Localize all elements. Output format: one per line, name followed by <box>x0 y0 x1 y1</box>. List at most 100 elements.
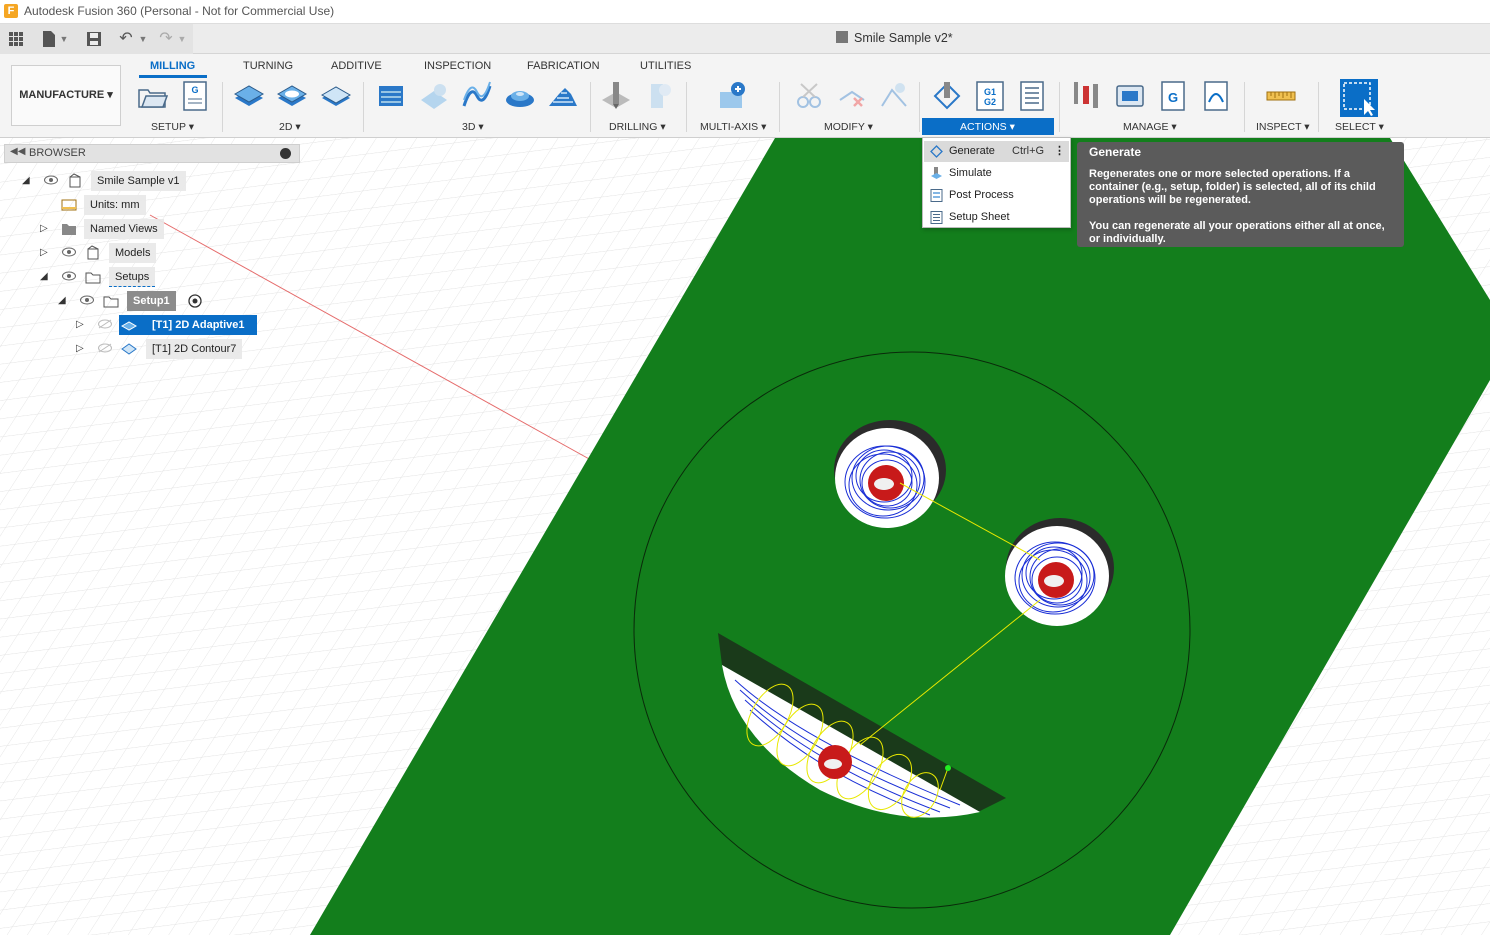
expand-triangle-icon[interactable]: ▷ <box>76 315 84 335</box>
file-menu-icon[interactable] <box>40 30 58 48</box>
menu-item-simulate[interactable]: Simulate <box>924 163 1069 184</box>
title-bar: F Autodesk Fusion 360 (Personal - Not fo… <box>0 0 1490 24</box>
browser-options-icon[interactable] <box>280 148 291 159</box>
2d-contour-icon[interactable] <box>320 80 352 112</box>
workspace-switcher-button[interactable]: MANUFACTURE ▾ <box>11 65 121 126</box>
menu-item-setup-sheet[interactable]: Setup Sheet <box>924 207 1069 228</box>
tree-models[interactable]: ▷ Models <box>0 243 300 263</box>
file-menu-dropdown[interactable]: ▼ <box>59 30 69 48</box>
new-setup-icon[interactable] <box>136 80 168 112</box>
tool-library-icon[interactable] <box>1071 80 1103 112</box>
browser-panel-header[interactable]: ◀◀ BROWSER <box>4 144 300 163</box>
tree-operation-2d-contour[interactable]: ▷ [T1] 2D Contour7 <box>0 339 300 359</box>
group-multi-axis-label[interactable]: MULTI-AXIS ▾ <box>700 121 766 133</box>
multi-axis-icon[interactable] <box>716 80 748 112</box>
models-icon <box>87 245 99 260</box>
expand-triangle-icon[interactable]: ▷ <box>40 243 48 263</box>
tree-named-views[interactable]: ▷ Named Views <box>0 219 300 239</box>
3d-adaptive-icon[interactable] <box>375 80 407 112</box>
tree-label: Units: mm <box>84 195 146 215</box>
tree-root-document[interactable]: ◢ Smile Sample v1 <box>0 171 300 191</box>
generate-toolpath-icon[interactable] <box>931 80 963 112</box>
folder-icon <box>62 224 76 235</box>
simulate-icon <box>931 167 942 179</box>
machine-library-icon[interactable] <box>1114 80 1146 112</box>
menu-item-generate[interactable]: Generate Ctrl+G ⋮ <box>924 141 1069 162</box>
window-title: Autodesk Fusion 360 (Personal - Not for … <box>24 4 335 18</box>
tab-turning[interactable]: TURNING <box>243 60 293 72</box>
tree-setup1[interactable]: ◢ Setup1 <box>0 291 300 311</box>
redo-icon[interactable]: ↷ <box>157 30 175 48</box>
more-options-icon[interactable]: ⋮ <box>1054 141 1065 162</box>
undo-icon[interactable]: ↶ <box>117 30 135 48</box>
document-tab[interactable]: Smile Sample v2* <box>836 31 953 45</box>
tree-units[interactable]: Units: mm <box>0 195 300 215</box>
group-manage-label[interactable]: MANAGE ▾ <box>1123 121 1177 133</box>
tree-label: Setup1 <box>127 291 176 311</box>
undo-dropdown[interactable]: ▼ <box>138 30 148 48</box>
tree-operation-2d-adaptive[interactable]: ▷ [T1] 2D Adaptive1 <box>0 315 300 335</box>
expand-triangle-icon[interactable]: ▷ <box>76 339 84 359</box>
measure-icon[interactable] <box>1265 80 1297 112</box>
tab-additive[interactable]: ADDITIVE <box>331 60 382 72</box>
visibility-eye-icon[interactable] <box>44 175 58 185</box>
visibility-eye-icon[interactable] <box>80 295 94 305</box>
tree-label: Smile Sample v1 <box>91 171 186 191</box>
thread-icon[interactable] <box>643 80 675 112</box>
redo-dropdown[interactable]: ▼ <box>177 30 187 48</box>
menu-item-post-process[interactable]: Post Process <box>924 185 1069 206</box>
template-library-icon[interactable] <box>1200 80 1232 112</box>
tab-inspection[interactable]: INSPECTION <box>424 60 491 72</box>
tree-setups[interactable]: ◢ Setups <box>0 267 300 287</box>
ribbon-separator <box>363 82 364 132</box>
3d-scallop-icon[interactable] <box>504 80 536 112</box>
post-process-icon[interactable]: G1G2 <box>974 80 1006 112</box>
3d-steep-shallow-icon[interactable] <box>547 80 579 112</box>
setup-sheet-icon[interactable] <box>1016 80 1048 112</box>
tab-milling[interactable]: MILLING <box>150 60 195 72</box>
ribbon-separator <box>779 82 780 132</box>
delete-toolpath-icon[interactable] <box>836 80 868 112</box>
activate-setup-icon[interactable] <box>187 293 203 309</box>
ribbon-separator <box>1244 82 1245 132</box>
group-select-label[interactable]: SELECT ▾ <box>1335 121 1384 133</box>
browser-title: BROWSER <box>29 147 86 159</box>
restore-toolpath-icon[interactable] <box>878 80 910 112</box>
collapse-triangle-icon[interactable]: ◢ <box>58 291 66 311</box>
group-drilling-label[interactable]: DRILLING ▾ <box>609 121 666 133</box>
2d-contour-op-icon <box>121 343 137 355</box>
visibility-eye-off-icon[interactable] <box>98 343 112 353</box>
data-panel-grid-icon[interactable] <box>7 30 25 48</box>
tab-fabrication[interactable]: FABRICATION <box>527 60 600 72</box>
setup-sheet-small-icon <box>930 211 943 224</box>
tab-utilities[interactable]: UTILITIES <box>640 60 691 72</box>
save-icon[interactable] <box>85 30 103 48</box>
visibility-eye-icon[interactable] <box>62 247 76 257</box>
2d-pocket-icon[interactable] <box>276 80 308 112</box>
group-3d-label[interactable]: 3D ▾ <box>462 121 484 133</box>
expand-triangle-icon[interactable]: ▷ <box>40 219 48 239</box>
actions-dropdown-menu: Generate Ctrl+G ⋮ Simulate Post Process … <box>922 137 1071 228</box>
group-2d-label[interactable]: 2D ▾ <box>279 121 301 133</box>
generate-icon <box>930 145 943 158</box>
collapse-triangle-icon[interactable]: ◢ <box>22 171 30 191</box>
quick-access-toolbar: ▼ ↶ ▼ ↷ ▼ Smile Sample v2* <box>0 24 1490 54</box>
visibility-eye-icon[interactable] <box>62 271 76 281</box>
group-modify-label[interactable]: MODIFY ▾ <box>824 121 873 133</box>
3d-pocket-icon[interactable] <box>418 80 450 112</box>
2d-adaptive-icon[interactable] <box>233 80 265 112</box>
group-inspect-label[interactable]: INSPECT ▾ <box>1256 121 1310 133</box>
collapse-browser-icon[interactable]: ◀◀ <box>10 146 25 157</box>
group-actions-label[interactable]: ACTIONS ▾ <box>960 121 1015 133</box>
2d-adaptive-op-icon <box>121 321 137 331</box>
post-library-icon[interactable]: G <box>1157 80 1189 112</box>
collapse-triangle-icon[interactable]: ◢ <box>40 267 48 287</box>
select-icon[interactable] <box>1340 79 1378 117</box>
visibility-eye-off-icon[interactable] <box>98 319 112 329</box>
nc-program-icon[interactable]: G <box>179 80 211 112</box>
drill-icon[interactable] <box>600 80 632 112</box>
3d-parallel-icon[interactable] <box>461 80 493 112</box>
trim-icon[interactable] <box>793 80 825 112</box>
group-setup-label[interactable]: SETUP ▾ <box>151 121 194 133</box>
nc-program-g-text: G <box>191 85 198 95</box>
